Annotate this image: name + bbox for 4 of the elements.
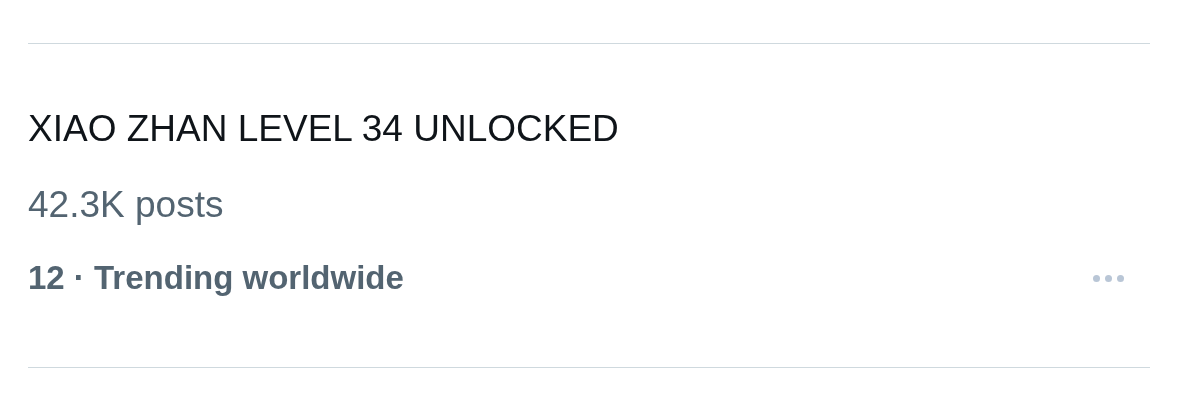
trend-title: XIAO ZHAN LEVEL 34 UNLOCKED [28, 107, 620, 151]
more-options-icon[interactable] [1093, 274, 1124, 282]
trend-context: 12 · Trending worldwide [28, 258, 404, 298]
post-count: 42.3K posts [28, 184, 225, 226]
